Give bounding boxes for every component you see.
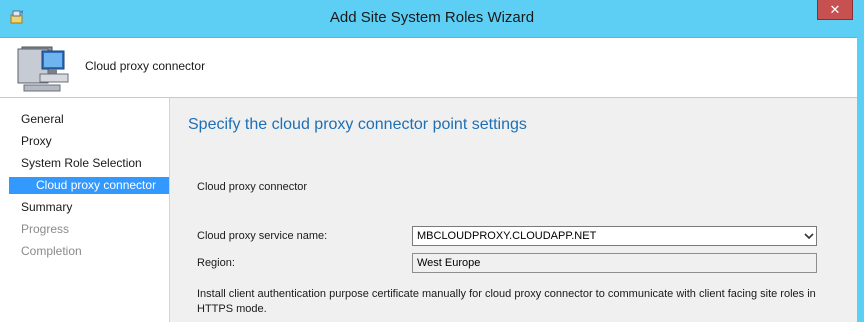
region-value: West Europe <box>417 257 481 269</box>
wizard-step-nav: General Proxy System Role Selection Clou… <box>0 98 170 322</box>
nav-item-cloud-proxy-connector[interactable]: Cloud proxy connector <box>9 177 169 194</box>
computer-icon <box>17 46 69 92</box>
service-name-value: MBCLOUDPROXY.CLOUDAPP.NET <box>417 230 597 242</box>
nav-item-proxy[interactable]: Proxy <box>0 133 169 150</box>
nav-item-system-role-selection[interactable]: System Role Selection <box>0 155 169 172</box>
chevron-down-icon <box>804 233 814 240</box>
service-name-dropdown[interactable]: MBCLOUDPROXY.CLOUDAPP.NET <box>412 226 817 246</box>
page-heading: Specify the cloud proxy connector point … <box>188 116 527 133</box>
title-bar: Add Site System Roles Wizard ✕ <box>0 0 864 38</box>
nav-item-completion: Completion <box>21 244 82 258</box>
section-label: Cloud proxy connector <box>197 181 308 193</box>
window-border <box>857 37 864 322</box>
service-name-label: Cloud proxy service name: <box>197 230 328 242</box>
nav-item-progress: Progress <box>21 222 70 236</box>
certificate-info-text: Install client authentication purpose ce… <box>197 288 816 315</box>
wizard-page-content: Specify the cloud proxy connector point … <box>170 98 857 322</box>
wizard-header: Cloud proxy connector <box>0 38 857 97</box>
nav-item-summary[interactable]: Summary <box>0 199 169 216</box>
close-button[interactable]: ✕ <box>817 0 853 20</box>
nav-item-general[interactable]: General <box>0 111 169 128</box>
header-title: Cloud proxy connector <box>85 59 206 73</box>
region-field: West Europe <box>412 253 817 273</box>
window-title: Add Site System Roles Wizard <box>329 9 535 26</box>
region-label: Region: <box>197 257 235 269</box>
